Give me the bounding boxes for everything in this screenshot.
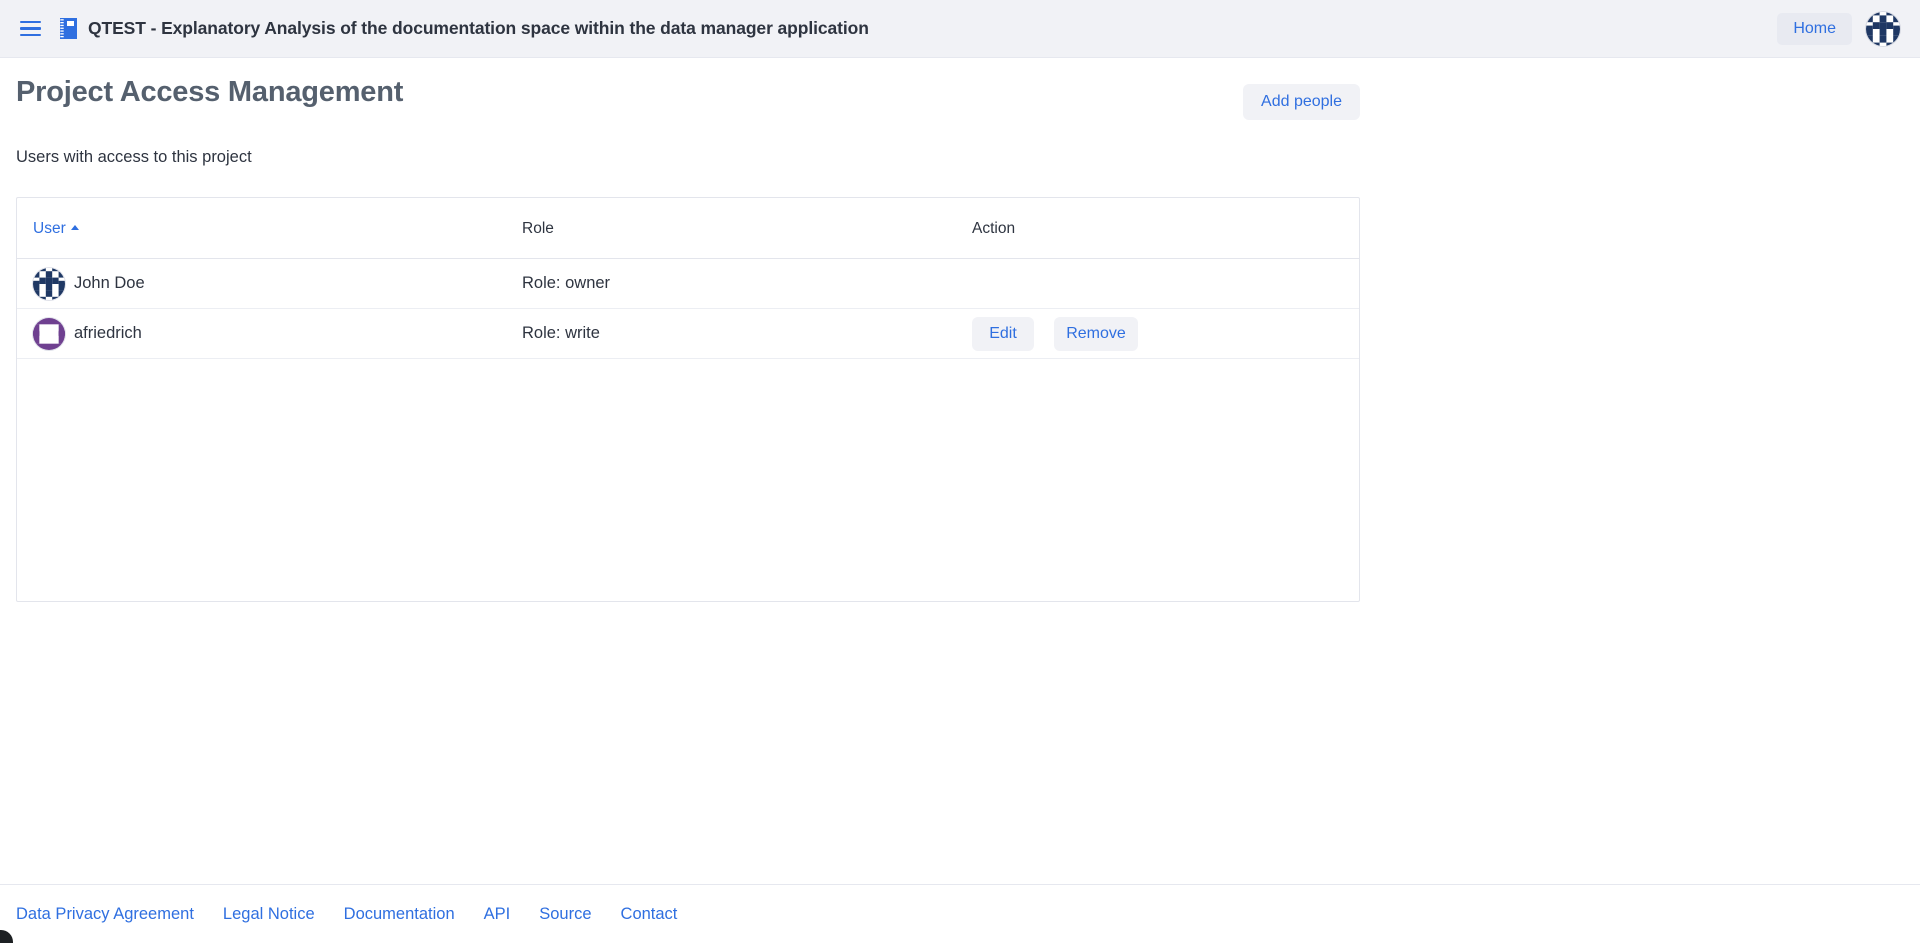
user-name: John Doe — [74, 274, 145, 293]
caret-up-icon[interactable] — [71, 225, 79, 230]
home-button[interactable]: Home — [1777, 13, 1852, 45]
top-navbar: QTEST - Explanatory Analysis of the docu… — [0, 0, 1920, 58]
edit-button[interactable]: Edit — [972, 317, 1034, 351]
cell-action — [972, 259, 1360, 309]
hamburger-line — [20, 27, 41, 30]
footer-link-api[interactable]: API — [484, 905, 511, 924]
cell-user: afriedrich — [17, 309, 522, 359]
navbar-project-title[interactable]: QTEST - Explanatory Analysis of the docu… — [88, 18, 869, 39]
table-body: John Doe Role: owner — [17, 259, 1360, 359]
footer-link-data-privacy-agreement[interactable]: Data Privacy Agreement — [16, 905, 194, 924]
page-footer: Data Privacy Agreement Legal Notice Docu… — [0, 884, 1920, 943]
hamburger-line — [20, 34, 41, 37]
footer-link-source[interactable]: Source — [539, 905, 591, 924]
hamburger-line — [20, 21, 41, 24]
hamburger-menu-icon[interactable] — [20, 16, 46, 42]
identicon-avatar-purple — [33, 318, 65, 350]
page-title: Project Access Management — [16, 76, 403, 109]
table-row: afriedrich Role: write Edit Remove — [17, 309, 1360, 359]
cell-user: John Doe — [17, 259, 522, 309]
remove-button[interactable]: Remove — [1054, 317, 1138, 351]
user-cell: John Doe — [33, 268, 522, 300]
notebook-icon — [60, 18, 77, 39]
table-header-row: User Role Action — [17, 198, 1360, 259]
column-header-user: User — [17, 198, 522, 259]
footer-link-legal-notice[interactable]: Legal Notice — [223, 905, 315, 924]
cell-role: Role: write — [522, 309, 972, 359]
cell-role: Role: owner — [522, 259, 972, 309]
footer-link-documentation[interactable]: Documentation — [344, 905, 455, 924]
table-head: User Role Action — [17, 198, 1360, 259]
user-name: afriedrich — [74, 324, 142, 343]
access-table-card: User Role Action — [16, 197, 1360, 602]
add-people-button[interactable]: Add people — [1243, 84, 1360, 120]
footer-link-contact[interactable]: Contact — [621, 905, 678, 924]
main-content: Project Access Management Add people Use… — [0, 58, 1920, 884]
user-cell: afriedrich — [33, 318, 522, 350]
identicon-avatar-navy — [33, 268, 65, 300]
table-row: John Doe Role: owner — [17, 259, 1360, 309]
cell-action: Edit Remove — [972, 309, 1360, 359]
sort-by-user-link[interactable]: User — [33, 220, 66, 237]
page-subtitle: Users with access to this project — [16, 148, 1904, 167]
window-corner-notch — [0, 930, 13, 943]
column-header-role: Role — [522, 198, 972, 259]
row-action-buttons: Edit Remove — [972, 317, 1360, 351]
access-table: User Role Action — [17, 198, 1360, 359]
page-header-row: Project Access Management Add people — [16, 58, 1360, 120]
user-avatar-identicon[interactable] — [1866, 12, 1900, 46]
column-header-action: Action — [972, 198, 1360, 259]
